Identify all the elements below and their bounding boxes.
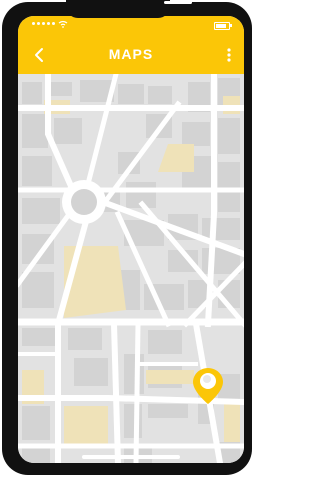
status-bar — [18, 16, 244, 36]
home-indicator[interactable] — [82, 455, 180, 459]
roundabout — [62, 180, 106, 224]
wifi-icon — [58, 20, 68, 28]
phone-frame: MAPS — [2, 0, 252, 475]
notch — [66, 0, 192, 18]
map-canvas[interactable] — [18, 70, 244, 463]
screen: MAPS — [18, 16, 244, 463]
page-title: MAPS — [108, 46, 154, 62]
battery-tip — [230, 24, 232, 27]
speaker-grille — [164, 1, 192, 4]
map-view[interactable] — [18, 70, 244, 463]
more-vertical-icon[interactable] — [224, 46, 234, 64]
signal-dots-icon — [32, 22, 55, 25]
app-header: MAPS — [18, 16, 244, 74]
battery-icon — [214, 22, 230, 30]
